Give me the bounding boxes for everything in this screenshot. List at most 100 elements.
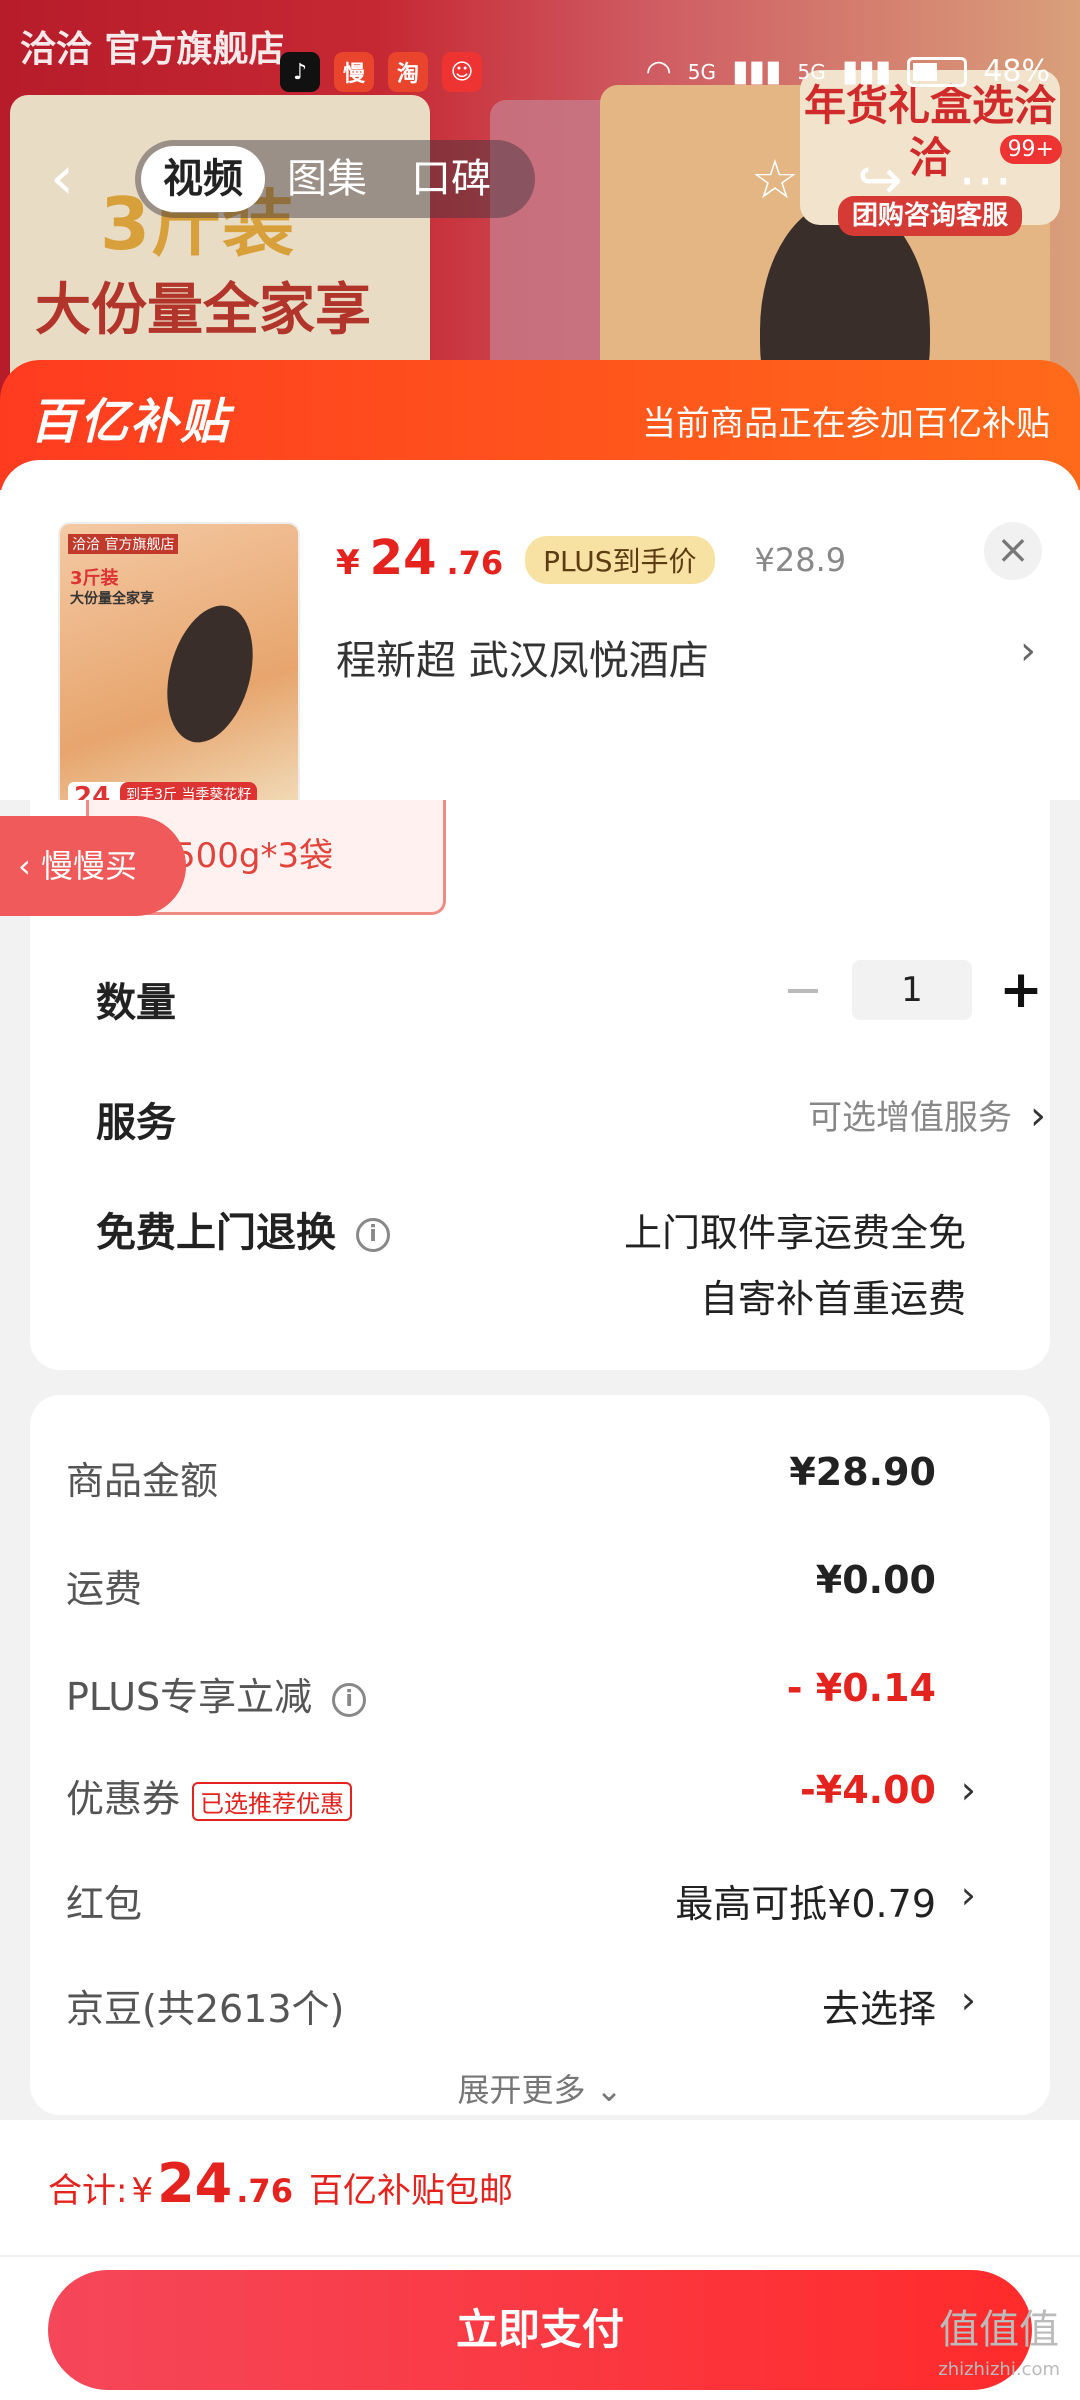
manmanmai-icon: 慢 — [334, 52, 374, 92]
goods-amount-label: 商品金额 — [66, 1459, 219, 1503]
free-return-row: 免费上门退换 i 上门取件享运费全免 自寄补首重运费 — [96, 1200, 1046, 1321]
total-decimal: .76 — [236, 2172, 293, 2210]
thumb-seed-image — [153, 596, 267, 752]
plus-discount-value: - ¥0.14 — [786, 1666, 936, 1710]
chevron-right-icon: › — [1020, 628, 1036, 674]
taobao-icon: 淘 — [388, 52, 428, 92]
jd-icon: ☺ — [442, 52, 482, 92]
order-total: 合计: ¥24.76 百亿补贴包邮 — [48, 2152, 513, 2215]
free-return-line1: 上门取件享运费全免 — [623, 1211, 966, 1255]
chevron-right-icon: › — [1030, 1093, 1046, 1139]
product-nav: ‹ 视频 图集 口碑 ☆ ↪ ⋯ 99+ — [0, 135, 1080, 225]
coupon-recommended-tag: 已选推荐优惠 — [192, 1782, 353, 1821]
signal-icon-2: ▮▮▮ — [841, 54, 892, 89]
price-decimal: .76 — [446, 544, 504, 582]
total-integer: 24 — [157, 2152, 233, 2215]
tab-video[interactable]: 视频 — [141, 146, 265, 212]
expand-more-link[interactable]: 展开更多 ⌄ — [30, 2065, 1050, 2111]
chevron-right-icon: › — [960, 1873, 976, 1917]
watermark-sub: zhizhizhi.com — [938, 2359, 1060, 2380]
watermark: 值值值 zhizhizhi.com — [938, 2310, 1060, 2390]
message-count-badge: 99+ — [999, 135, 1062, 164]
shipping-label: 运费 — [66, 1567, 143, 1611]
red-packet-row[interactable]: 红包 最高可抵¥0.79 › — [66, 1873, 1016, 1928]
chevron-left-icon: ‹ — [18, 847, 41, 885]
thumb-pack: 3斤装 — [70, 568, 119, 589]
signal1-label: 5G — [687, 59, 717, 84]
delivery-address-row[interactable]: 程新超 武汉凤悦酒店 › — [336, 628, 1036, 688]
plus-price-tag: PLUS到手价 — [525, 536, 715, 584]
checkout-bottom-bar: 合计: ¥24.76 百亿补贴包邮 立即支付 — [0, 2120, 1080, 2400]
signal2-label: 5G — [797, 59, 826, 84]
service-row[interactable]: 服务 可选增值服务 › — [96, 1090, 1046, 1148]
status-bar: ♪ 慢 淘 ☺ ◠ 5G ▮▮▮ 5G ▮▮▮ 48% — [0, 40, 1080, 110]
free-return-details: 上门取件享运费全免 自寄补首重运费 — [624, 1200, 966, 1332]
chevron-right-icon: › — [960, 1978, 976, 2022]
pay-now-button[interactable]: 立即支付 — [48, 2270, 1032, 2390]
quantity-plus-button[interactable]: + — [996, 960, 1046, 1020]
service-value-text: 可选增值服务 — [808, 1098, 1012, 1138]
manmanmai-float-button[interactable]: ‹ 慢慢买 — [0, 816, 186, 916]
chevron-right-icon: › — [960, 1768, 976, 1812]
shipping-value: ¥0.00 — [815, 1558, 936, 1602]
shipping-row: 运费 ¥0.00 — [66, 1558, 1016, 1613]
status-app-icons: ♪ 慢 淘 ☺ — [280, 52, 482, 92]
watermark-main: 值值值 — [939, 2307, 1060, 2353]
quantity-label: 数量 — [96, 980, 176, 1026]
original-price: ¥28.9 — [754, 541, 847, 579]
media-tabs: 视频 图集 口碑 — [135, 140, 535, 218]
quantity-row: 数量 − 1 + — [96, 960, 1046, 1028]
signal-icon: ▮▮▮ — [732, 54, 782, 89]
free-return-label: 免费上门退换 — [96, 1210, 336, 1256]
battery-icon — [907, 56, 968, 87]
checkout-sheet: 洽洽 官方旗舰店 3斤装 大份量全家享 24.9 到手3斤 当季葵花籽 ¥24.… — [0, 460, 1080, 2400]
back-icon[interactable]: ‹ — [50, 148, 74, 208]
tab-reviews[interactable]: 口碑 — [389, 146, 513, 212]
coupon-row[interactable]: 优惠券 已选推荐优惠 -¥4.00 › — [66, 1768, 1016, 1823]
status-right: ◠ 5G ▮▮▮ 5G ▮▮▮ 48% — [646, 54, 1050, 89]
hero-slogan-b: 大份量全家享 — [35, 278, 371, 343]
info-icon[interactable]: i — [332, 1682, 367, 1717]
subsidy-logo: 百亿补贴 — [30, 394, 231, 450]
service-value: 可选增值服务 › — [808, 1090, 1046, 1139]
favorite-star-icon[interactable]: ☆ — [740, 145, 810, 215]
wifi-icon: ◠ — [645, 54, 672, 89]
price-currency: ¥ — [336, 543, 360, 583]
jingdou-label: 京豆(共2613个) — [66, 1987, 345, 2031]
service-label: 服务 — [96, 1100, 176, 1146]
plus-discount-row: PLUS专享立减 i - ¥0.14 — [66, 1666, 1016, 1721]
quantity-input[interactable]: 1 — [852, 960, 972, 1020]
delivery-address: 程新超 武汉凤悦酒店 — [336, 638, 709, 684]
close-icon[interactable]: × — [984, 522, 1042, 580]
battery-percent: 48% — [983, 54, 1050, 89]
quantity-minus-button[interactable]: − — [778, 962, 828, 1018]
product-thumbnail[interactable]: 洽洽 官方旗舰店 3斤装 大份量全家享 24.9 到手3斤 当季葵花籽 — [58, 522, 300, 822]
price-integer: 24 — [369, 530, 437, 586]
goods-amount-row: 商品金额 ¥28.90 — [66, 1450, 1016, 1505]
total-label: 合计: — [48, 2171, 128, 2211]
plus-discount-label: PLUS专享立减 — [66, 1675, 313, 1719]
goods-amount-value: ¥28.90 — [789, 1450, 936, 1494]
info-icon[interactable]: i — [356, 1218, 390, 1252]
jingdou-value: 去选择 — [821, 1987, 936, 2031]
total-note: 百亿补贴包邮 — [308, 2171, 513, 2211]
product-price-row: ¥24.76 PLUS到手价 ¥28.9 — [336, 530, 846, 590]
divider — [0, 2255, 1080, 2257]
spec-card: 500g*3袋 数量 − 1 + 服务 可选增值服务 › 免费上门退换 i 上门取件… — [30, 800, 1050, 1370]
free-return-line2: 自寄补首重运费 — [699, 1277, 966, 1321]
tiktok-icon: ♪ — [280, 52, 320, 92]
tab-gallery[interactable]: 图集 — [265, 146, 389, 212]
share-icon[interactable]: ↪ — [845, 145, 915, 215]
subsidy-banner-text: 当前商品正在参加百亿补贴 — [642, 404, 1050, 444]
quantity-stepper: − 1 + — [778, 960, 1046, 1020]
red-packet-label: 红包 — [66, 1882, 143, 1926]
coupon-label: 优惠券 — [66, 1777, 181, 1821]
manmanmai-label: 慢慢买 — [40, 847, 137, 885]
thumb-store: 洽洽 官方旗舰店 — [68, 534, 179, 554]
red-packet-value: 最高可抵¥0.79 — [675, 1882, 936, 1926]
coupon-value: -¥4.00 — [800, 1768, 936, 1812]
total-currency: ¥ — [131, 2171, 154, 2211]
price-detail-card: 商品金额 ¥28.90 运费 ¥0.00 PLUS专享立减 i - ¥0.14 优… — [30, 1395, 1050, 2115]
jingdou-row[interactable]: 京豆(共2613个) 去选择 › — [66, 1978, 1016, 2033]
product-header: 洽洽 官方旗舰店 3斤装 大份量全家享 24.9 到手3斤 当季葵花籽 ¥24.… — [0, 460, 1080, 822]
